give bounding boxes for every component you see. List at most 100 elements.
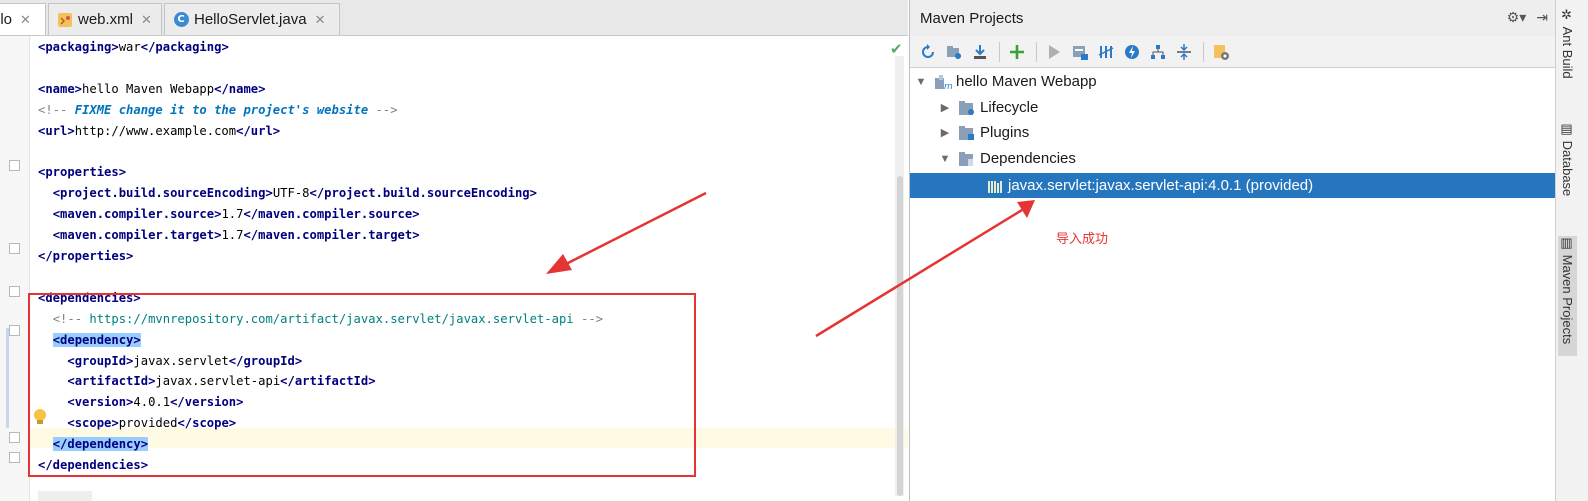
- database-tool-button[interactable]: ▤ Database: [1560, 122, 1575, 206]
- editor-breadcrumb-stub: [38, 491, 92, 501]
- fold-marker[interactable]: [9, 432, 20, 443]
- code-comment: -->: [368, 102, 398, 117]
- code-tag: </maven.compiler.target>: [243, 228, 420, 243]
- fold-marker[interactable]: [9, 452, 20, 463]
- close-icon[interactable]: ✕: [20, 12, 31, 28]
- fold-marker[interactable]: [9, 286, 20, 297]
- side-tool-strip: ✲ Ant Build ▤ Database ▥ Maven Projects: [1555, 0, 1588, 501]
- tab-helloservlet-java[interactable]: C HelloServlet.java ✕: [164, 3, 340, 35]
- tab-label: HelloServlet.java: [194, 11, 307, 28]
- show-dependencies-icon[interactable]: [1146, 41, 1170, 63]
- ant-icon: ✲: [1560, 8, 1575, 23]
- tree-label: Lifecycle: [980, 99, 1039, 116]
- execute-goal-icon[interactable]: [1068, 41, 1092, 63]
- maven-projects-panel: Maven Projects ⚙▾ ⇥ ▼ m hello Maven Weba…: [909, 0, 1556, 501]
- chevron-down-icon[interactable]: ▼: [938, 153, 952, 165]
- code-text: hello Maven Webapp: [82, 81, 215, 96]
- code-line: <!-- FIXME change it to the project's we…: [38, 100, 398, 120]
- tool-label: Maven Projects: [1560, 254, 1575, 345]
- editor-scrollbar-thumb[interactable]: [897, 176, 903, 496]
- maven-projects-tool-button[interactable]: ▥ Maven Projects: [1558, 236, 1577, 356]
- chevron-right-icon[interactable]: ▶: [938, 101, 952, 114]
- run-icon[interactable]: [1042, 41, 1066, 63]
- code-comment: FIXME change it to the project's website: [74, 102, 369, 117]
- tree-label: javax.servlet:javax.servlet-api:4.0.1 (p…: [1008, 177, 1314, 194]
- code-text: 1.7: [221, 207, 244, 222]
- tree-label: hello Maven Webapp: [956, 73, 1097, 90]
- code-line: <properties>: [38, 162, 126, 182]
- code-text: 1.7: [221, 228, 244, 243]
- folder-plugin-icon: [958, 125, 976, 141]
- fold-marker[interactable]: [9, 243, 20, 254]
- code-text: http://www.example.com: [74, 123, 237, 138]
- maven-icon: ▥: [1560, 236, 1575, 251]
- code-line: <name>hello Maven Webapp</name>: [38, 79, 265, 99]
- java-class-icon: C: [173, 12, 189, 28]
- tab-pom-xml[interactable]: llo ✕: [0, 3, 46, 35]
- settings-icon[interactable]: [1209, 41, 1233, 63]
- tab-label: llo: [0, 11, 13, 28]
- fold-marker[interactable]: [9, 325, 20, 336]
- tree-item-project[interactable]: ▼ m hello Maven Webapp: [910, 69, 1556, 94]
- tool-label: Ant Build: [1560, 26, 1575, 79]
- code-tag: </project.build.sourceEncoding>: [309, 186, 537, 201]
- refresh-icon[interactable]: [916, 41, 940, 63]
- code-line: <url>http://www.example.com</url>: [38, 121, 280, 141]
- annotation-success-label: 导入成功: [1056, 232, 1109, 247]
- skip-tests-icon[interactable]: [1120, 41, 1144, 63]
- annotation-highlight-box: [28, 293, 696, 477]
- svg-text:m: m: [944, 82, 952, 90]
- maven-project-icon: m: [934, 74, 952, 90]
- tree-label: Dependencies: [980, 150, 1076, 167]
- tree-item-servlet-api[interactable]: javax.servlet:javax.servlet-api:4.0.1 (p…: [910, 173, 1556, 198]
- tree-item-lifecycle[interactable]: ▶ Lifecycle: [910, 95, 1556, 120]
- folder-library-icon: [958, 151, 976, 167]
- code-line: </properties>: [38, 246, 133, 266]
- code-comment: <!--: [38, 102, 75, 117]
- chevron-down-icon[interactable]: ▼: [914, 76, 928, 88]
- code-line: <maven.compiler.target>1.7</maven.compil…: [38, 225, 420, 245]
- tab-web-xml[interactable]: web.xml ✕: [48, 3, 162, 35]
- download-icon[interactable]: [968, 41, 992, 63]
- gear-icon[interactable]: ⚙▾: [1507, 9, 1527, 26]
- hide-icon[interactable]: ⇥: [1536, 9, 1548, 26]
- code-tag: <properties>: [38, 165, 127, 180]
- maven-toolbar: [910, 36, 1556, 68]
- code-line: <maven.compiler.source>1.7</maven.compil…: [38, 204, 420, 224]
- code-text: war: [118, 40, 141, 54]
- xml-file-icon: [57, 12, 73, 28]
- close-icon[interactable]: ✕: [141, 12, 152, 28]
- code-tag: <project.build.sourceEncoding>: [52, 186, 273, 201]
- code-tag: </name>: [214, 81, 266, 96]
- toggle-offline-icon[interactable]: [1094, 41, 1118, 63]
- close-icon[interactable]: ✕: [315, 12, 326, 28]
- tree-item-dependencies[interactable]: ▼ Dependencies: [910, 146, 1556, 171]
- code-tag: </url>: [236, 123, 281, 138]
- generate-sources-icon[interactable]: [942, 41, 966, 63]
- fold-marker[interactable]: [9, 160, 20, 171]
- editor-gutter: [0, 36, 30, 501]
- tool-label: Database: [1560, 140, 1575, 197]
- code-tag: <packaging>: [38, 40, 119, 54]
- tree-item-plugins[interactable]: ▶ Plugins: [910, 120, 1556, 145]
- maven-panel-title: Maven Projects: [920, 9, 1024, 27]
- change-marker: [6, 328, 9, 428]
- database-icon: ▤: [1560, 122, 1575, 137]
- code-tag: <url>: [38, 123, 75, 138]
- ant-build-tool-button[interactable]: ✲ Ant Build: [1560, 8, 1575, 92]
- tab-label: web.xml: [78, 11, 134, 28]
- folder-gear-icon: [958, 100, 976, 116]
- code-tag: </properties>: [38, 249, 134, 263]
- editor-tab-bar: llo ✕ web.xml ✕ C HelloServlet.java ✕: [0, 0, 908, 36]
- code-line: <packaging>war</packaging>: [38, 37, 229, 57]
- code-tag: <name>: [38, 81, 83, 96]
- code-editor[interactable]: <packaging>war</packaging> <name>hello Ma…: [0, 36, 908, 501]
- collapse-all-icon[interactable]: [1172, 41, 1196, 63]
- code-tag: </packaging>: [140, 40, 229, 54]
- chevron-right-icon[interactable]: ▶: [938, 126, 952, 139]
- code-line: <project.build.sourceEncoding>UTF-8</pro…: [38, 183, 537, 203]
- add-icon[interactable]: [1005, 41, 1029, 63]
